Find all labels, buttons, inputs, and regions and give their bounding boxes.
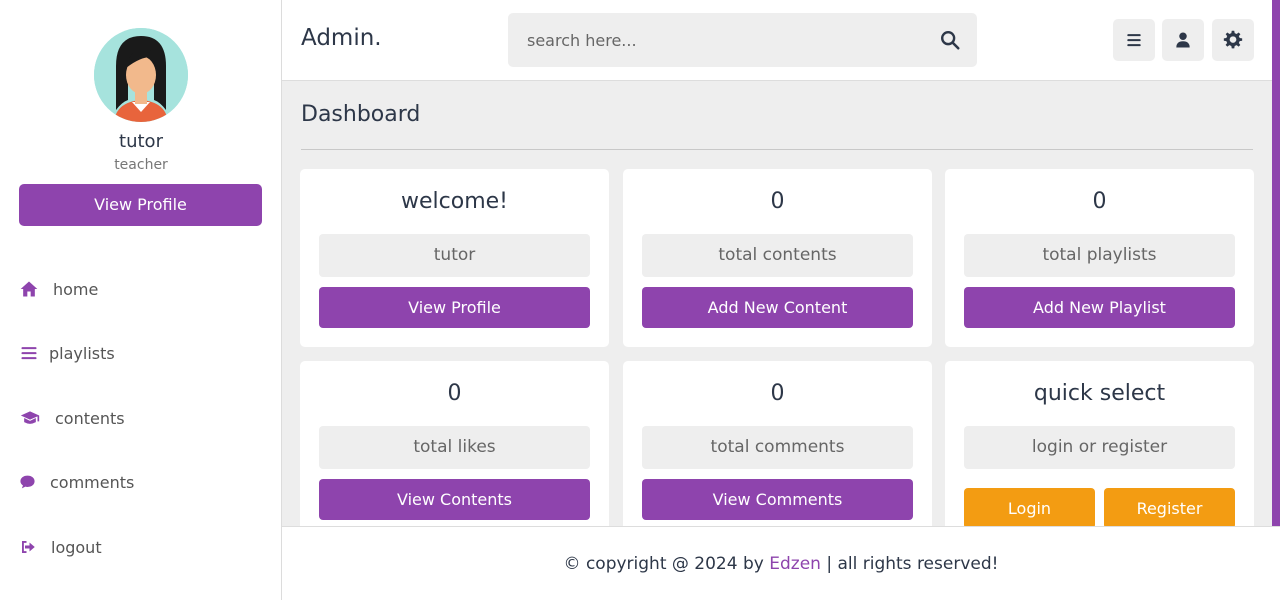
profile-name: tutor [119,131,163,152]
footer-copyright: © copyright @ 2024 by [563,554,770,574]
footer-rights: | all rights reserved! [820,554,999,574]
card-title: 0 [447,381,462,406]
card-title: quick select [1033,381,1166,406]
card-subtitle: total contents [642,234,913,277]
profile-role: teacher [114,157,168,173]
menu-button[interactable] [1113,19,1155,61]
user-button[interactable] [1162,19,1204,61]
comments-card: 0 total comments View Comments [623,361,932,539]
scroll-indicator [1272,0,1280,545]
card-subtitle: total playlists [964,234,1235,277]
settings-button[interactable] [1212,19,1254,61]
likes-card: 0 total likes View Contents [300,361,609,539]
sidebar-item-playlists[interactable]: playlists [19,338,115,368]
avatar [94,28,188,122]
sidebar-item-label: contents [55,408,125,428]
search-input[interactable] [527,13,927,67]
sidebar: tutor teacher View Profile home playlist… [0,0,282,600]
footer-brand-link[interactable]: Edzen [769,554,821,574]
welcome-card: welcome! tutor View Profile [300,169,609,347]
sidebar-item-label: home [53,279,99,299]
view-contents-button[interactable]: View Contents [319,479,590,520]
card-title: 0 [770,189,785,214]
sidebar-item-home[interactable]: home [19,274,98,304]
divider [301,149,1253,150]
add-new-playlist-button[interactable]: Add New Playlist [964,287,1235,328]
sidebar-item-comments[interactable]: comments [19,467,134,497]
search-box [508,13,977,67]
search-icon[interactable] [939,29,961,51]
sidebar-item-label: logout [51,537,102,557]
logo[interactable]: Admin. [301,25,382,51]
card-title: welcome! [401,189,508,214]
card-subtitle: login or register [964,426,1235,469]
card-title: 0 [770,381,785,406]
playlists-card: 0 total playlists Add New Playlist [945,169,1254,347]
quick-select-card: quick select login or register Login Reg… [945,361,1254,539]
add-new-content-button[interactable]: Add New Content [642,287,913,328]
gear-icon [1223,30,1243,49]
login-button[interactable]: Login [964,488,1095,529]
sidebar-item-label: comments [50,472,135,492]
graduation-cap-icon [20,411,40,424]
sidebar-item-logout[interactable]: logout [19,532,102,562]
sidebar-item-contents[interactable]: contents [19,403,125,433]
card-subtitle: total comments [642,426,913,469]
view-comments-button[interactable]: View Comments [642,479,913,520]
user-icon [1176,32,1190,48]
list-icon [21,347,37,360]
view-profile-card-button[interactable]: View Profile [319,287,590,328]
card-subtitle: total likes [319,426,590,469]
logout-icon [22,541,35,553]
sidebar-item-label: playlists [49,343,115,363]
comment-icon [20,475,35,489]
footer: © copyright @ 2024 by Edzen | all rights… [282,526,1280,600]
avatar-illustration [94,28,188,122]
register-button[interactable]: Register [1104,488,1235,529]
card-subtitle: tutor [319,234,590,277]
header: Admin. [282,0,1272,81]
home-icon [20,281,38,297]
page-title: Dashboard [301,102,421,127]
card-title: 0 [1092,189,1107,214]
view-profile-button[interactable]: View Profile [19,184,262,226]
menu-icon [1127,34,1141,47]
contents-card: 0 total contents Add New Content [623,169,932,347]
